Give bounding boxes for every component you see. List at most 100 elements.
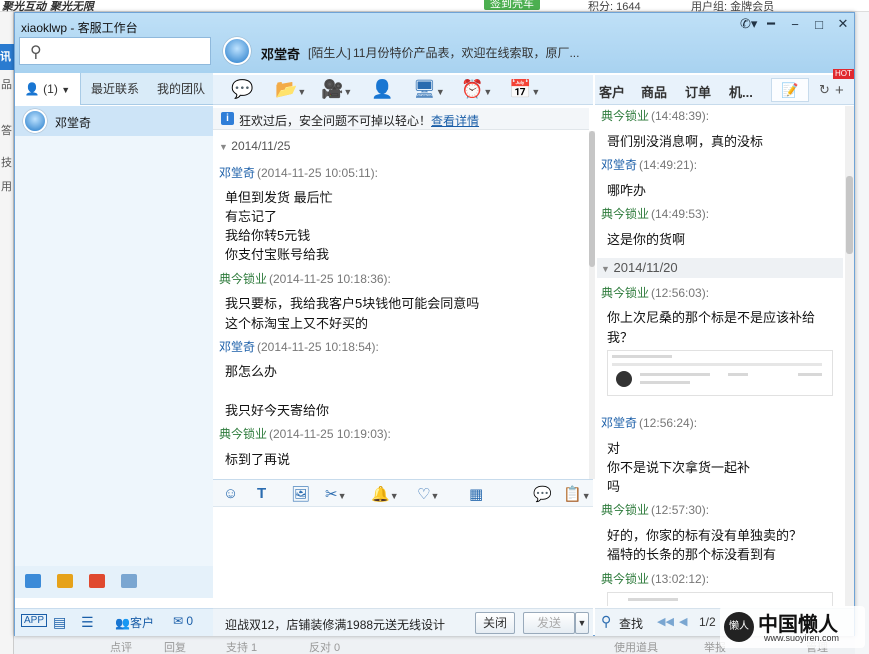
- timestamp: (13:02:12):: [651, 572, 710, 586]
- shop-icon[interactable]: [89, 574, 105, 588]
- app-icon[interactable]: [121, 574, 137, 588]
- close-button[interactable]: 关闭: [475, 612, 515, 634]
- message-text: 这个标淘宝上又不好买的: [225, 316, 369, 331]
- background-left-strip: 讯 品 答 技 用: [0, 12, 14, 654]
- signin-button[interactable]: 签到壳车: [484, 0, 540, 10]
- list-item[interactable]: 邓堂奇: [15, 106, 213, 136]
- app-icon[interactable]: [57, 574, 73, 588]
- background-left-text: 答: [1, 125, 12, 137]
- send-options-icon[interactable]: ▼: [575, 612, 589, 634]
- refresh-icon[interactable]: ↻: [819, 82, 830, 98]
- app-button[interactable]: APP: [21, 614, 48, 627]
- message-text: 我只好今天寄给你: [225, 403, 330, 418]
- notice-link[interactable]: 查看详情: [431, 114, 479, 128]
- security-notice: i 狂欢过后，安全问题不可掉以轻心！查看详情: [213, 108, 589, 130]
- scrollbar-thumb[interactable]: [846, 176, 853, 254]
- heart-icon[interactable]: ♡▼: [417, 485, 439, 503]
- image-thumbnail[interactable]: [607, 592, 833, 606]
- phone-icon[interactable]: ✆▾: [740, 16, 757, 32]
- page-indicator: 1/2: [699, 615, 716, 629]
- minimize-bar-icon[interactable]: ━: [764, 16, 778, 32]
- tab-more[interactable]: 机...: [729, 82, 753, 101]
- calculator-icon[interactable]: ▦: [469, 485, 483, 503]
- chat-bubble-icon[interactable]: 💬: [231, 79, 253, 100]
- right-pane-tabs: 客户 商品 订单 机... 📝 ↻ + HOT: [595, 69, 854, 105]
- quick-reply-icon[interactable]: 💬: [533, 485, 552, 503]
- sender-name[interactable]: 典今锁业: [601, 503, 649, 517]
- sender-name[interactable]: 典今锁业: [601, 572, 649, 586]
- triangle-down-icon: ▼: [219, 142, 228, 152]
- calendar-add-icon[interactable]: 📅▼: [509, 79, 540, 100]
- store-icon[interactable]: ▤: [53, 614, 66, 631]
- screen-share-icon[interactable]: 🖥▼: [413, 79, 445, 100]
- post-action[interactable]: 支持 1: [226, 639, 257, 654]
- message-text: 对: [607, 441, 621, 456]
- history-scrollbar[interactable]: [845, 106, 854, 606]
- sender-name[interactable]: 邓堂奇: [219, 340, 255, 354]
- message-text: 我只要标，我给我客户5块钱他可能会同意吗: [225, 296, 480, 311]
- scissors-icon[interactable]: ✂▼: [325, 485, 347, 503]
- maximize-icon[interactable]: □: [812, 17, 826, 32]
- post-action[interactable]: 使用道具: [614, 639, 658, 654]
- shake-icon[interactable]: 🔔▼: [371, 485, 399, 503]
- background-left-tab[interactable]: 讯: [0, 44, 14, 70]
- add-contact-icon[interactable]: 👤: [371, 79, 393, 100]
- window-title: xiaoklwp - 客服工作台: [21, 21, 138, 35]
- search-icon[interactable]: ⚲: [601, 613, 611, 630]
- video-icon[interactable]: 🎥▼: [321, 79, 352, 100]
- chat-contact-avatar[interactable]: [223, 37, 251, 65]
- add-icon[interactable]: +: [835, 82, 844, 99]
- sender-name[interactable]: 典今锁业: [219, 427, 267, 441]
- minimize-icon[interactable]: −: [788, 17, 802, 32]
- post-action[interactable]: 反对 0: [309, 639, 340, 654]
- image-icon[interactable]: 🖼: [291, 485, 310, 503]
- post-action[interactable]: 回复: [164, 639, 186, 654]
- message-header: 邓堂奇 (2014-11-25 10:18:54):: [219, 338, 379, 355]
- chat-contact-signature: 11月份特价产品表，欢迎在线索取，原厂...: [353, 46, 580, 60]
- triangle-down-icon: ▼: [601, 264, 610, 274]
- contact-name: 邓堂奇: [55, 116, 92, 130]
- order-screenshot-thumbnail[interactable]: [607, 350, 833, 396]
- left-bottom-bar: APP ▤ ☰ 👥客户 ✉ 0: [15, 608, 213, 636]
- promo-text[interactable]: 迎战双12，店铺装修满1988元送无线设计: [225, 616, 445, 633]
- folder-transfer-icon[interactable]: 📂▼: [275, 79, 306, 100]
- send-button[interactable]: 发送: [523, 612, 575, 634]
- mail-button[interactable]: ✉ 0: [173, 614, 193, 628]
- sender-name[interactable]: 典今锁业: [601, 109, 649, 123]
- tab-product[interactable]: 商品: [641, 82, 667, 101]
- message-header: 典今锁业 (13:02:12):: [601, 570, 709, 587]
- timestamp: (2014-11-25 10:18:54):: [257, 340, 379, 354]
- customers-button[interactable]: 👥客户: [115, 614, 154, 631]
- tab-order[interactable]: 订单: [685, 82, 711, 101]
- history-icon[interactable]: 📋▼: [563, 485, 591, 503]
- sender-name[interactable]: 典今锁业: [219, 272, 267, 286]
- tab-team[interactable]: 我的团队: [149, 73, 213, 105]
- tab-customer[interactable]: 客户: [599, 82, 625, 101]
- sender-name[interactable]: 邓堂奇: [601, 416, 637, 430]
- contact-list: 邓堂奇: [15, 106, 213, 566]
- search-input[interactable]: ⚲: [19, 37, 211, 65]
- post-action[interactable]: 点评: [110, 639, 132, 654]
- sender-name[interactable]: 邓堂奇: [219, 166, 255, 180]
- find-button[interactable]: 查找: [619, 615, 643, 632]
- sender-name[interactable]: 邓堂奇: [601, 158, 637, 172]
- notes-icon[interactable]: 📝: [771, 78, 809, 102]
- timestamp: (2014-11-25 10:05:11):: [257, 166, 378, 180]
- message-header: 典今锁业 (14:49:53):: [601, 205, 709, 222]
- emoji-icon[interactable]: ☺: [223, 485, 238, 502]
- alarm-icon[interactable]: ⏰▼: [461, 79, 492, 100]
- message-header: 邓堂奇 (14:49:21):: [601, 156, 697, 173]
- list-icon[interactable]: ☰: [81, 614, 94, 631]
- tab-recent[interactable]: 最近联系: [83, 73, 147, 105]
- message-input[interactable]: [213, 508, 593, 604]
- font-icon[interactable]: T: [257, 485, 266, 502]
- tab-contacts[interactable]: 👤 (1) ▼: [15, 73, 81, 105]
- close-icon[interactable]: ✕: [836, 16, 850, 32]
- first-page-icon[interactable]: ◀◀: [657, 615, 674, 628]
- app-icon[interactable]: [25, 574, 41, 588]
- previous-page-icon[interactable]: ◀: [679, 615, 687, 628]
- background-left-text: 技: [1, 157, 12, 169]
- message-text: 你上次尼桑的那个标是不是应该补给: [607, 310, 816, 325]
- sender-name[interactable]: 典今锁业: [601, 207, 649, 221]
- sender-name[interactable]: 典今锁业: [601, 286, 649, 300]
